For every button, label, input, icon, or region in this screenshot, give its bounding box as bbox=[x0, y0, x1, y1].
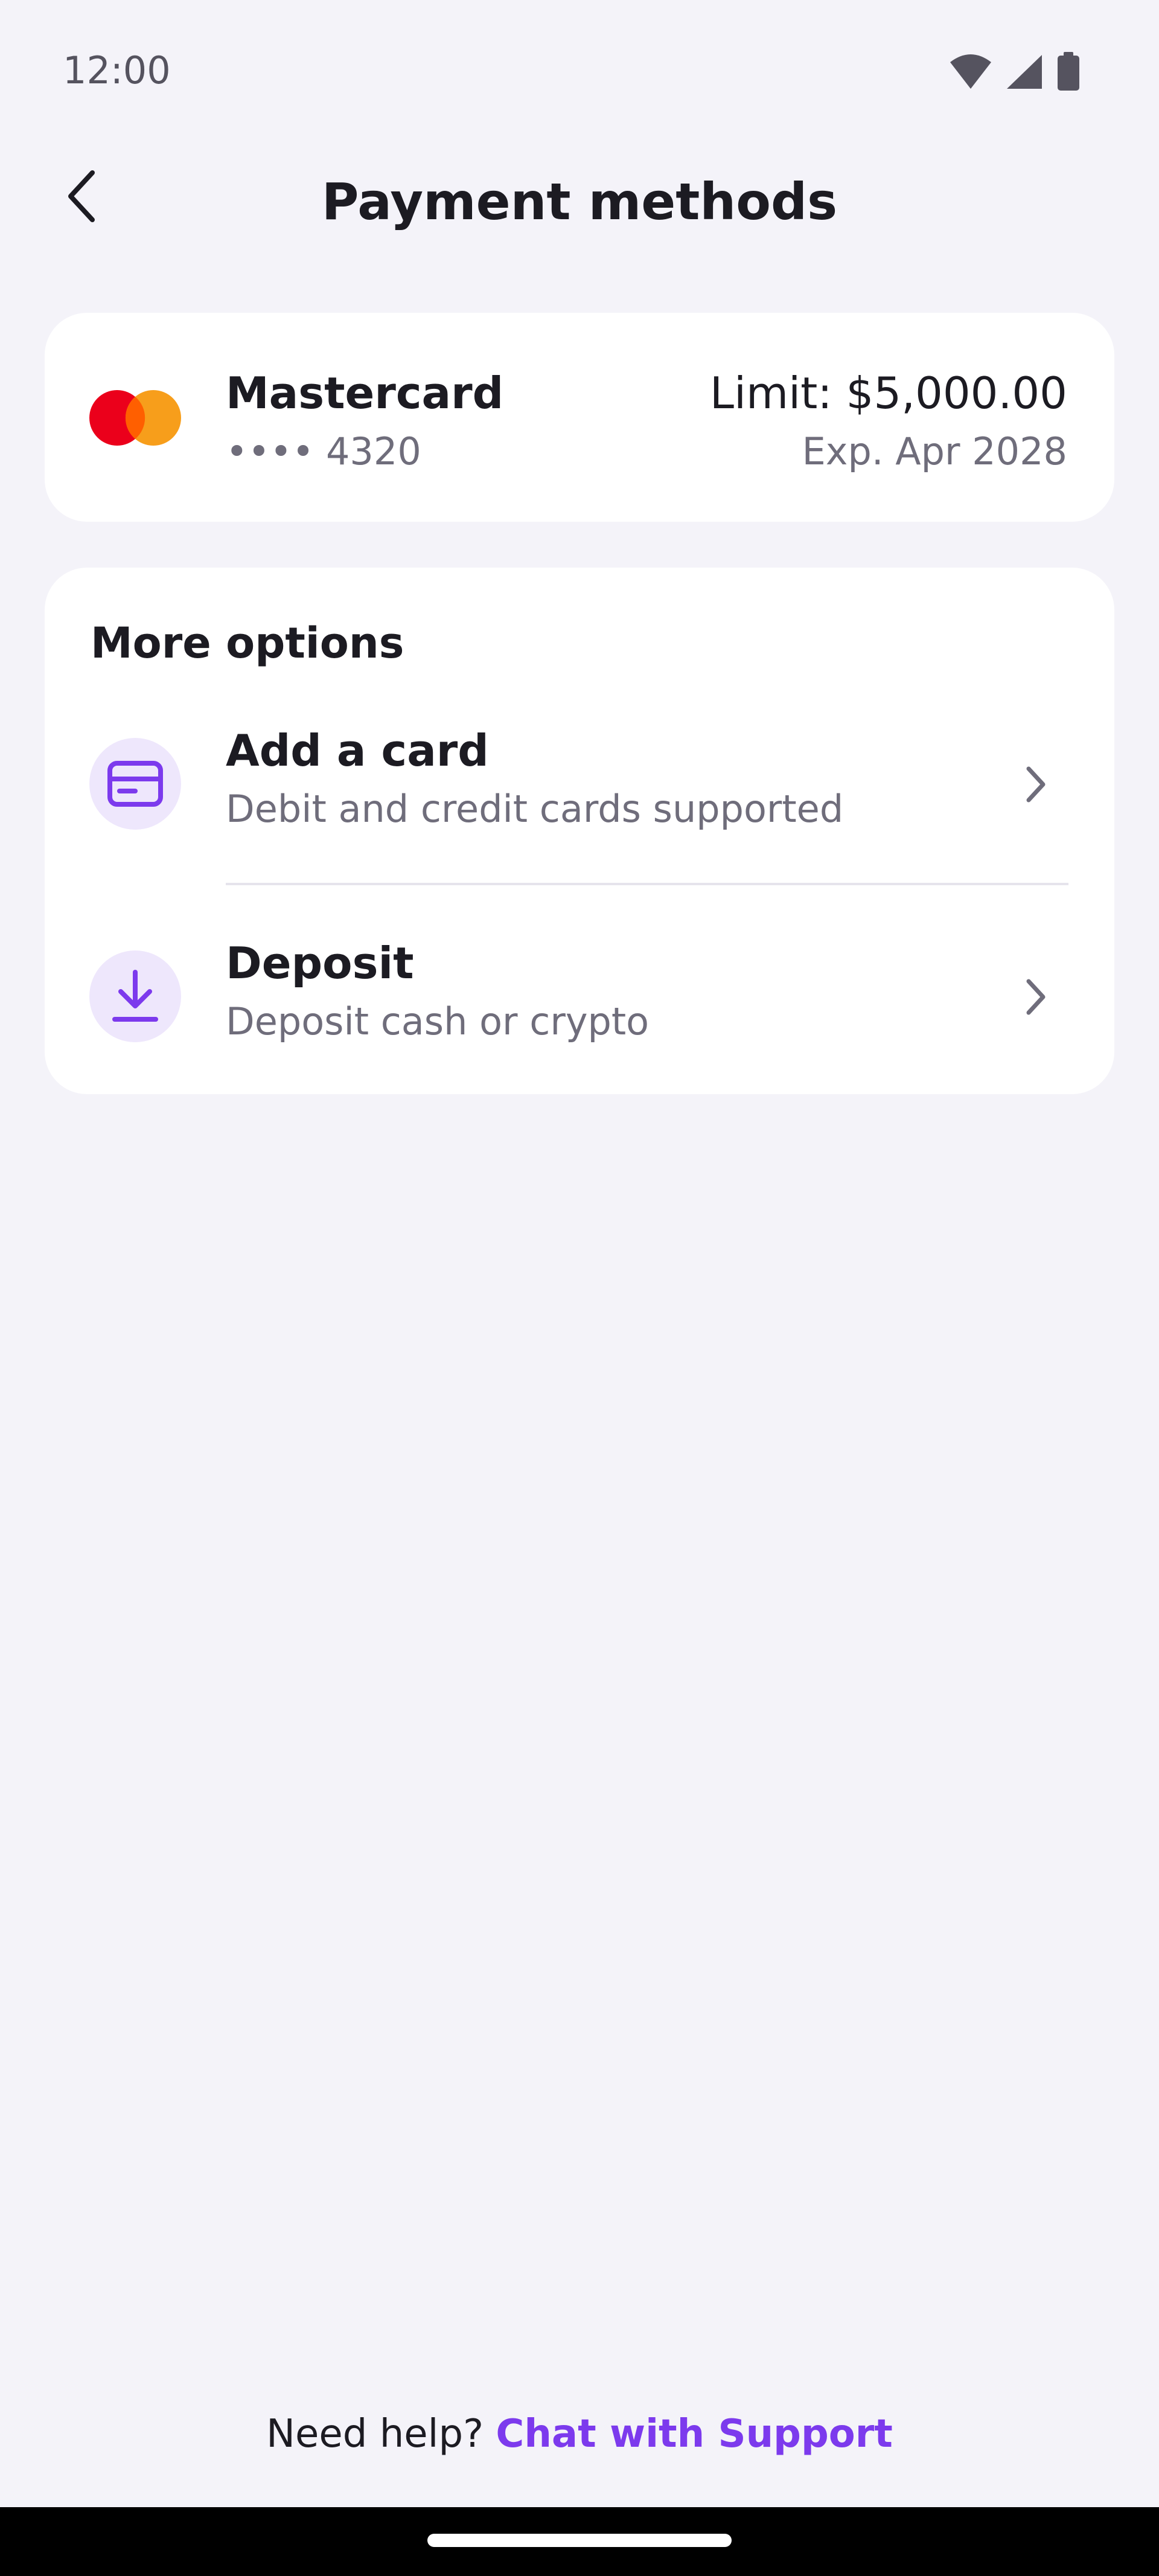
battery-icon bbox=[1056, 52, 1081, 92]
status-icons bbox=[949, 52, 1081, 92]
chevron-right-icon bbox=[1018, 763, 1054, 806]
deposit-option[interactable]: Deposit Deposit cash or crypto bbox=[45, 906, 1114, 1081]
status-bar: 12:00 bbox=[0, 0, 1159, 143]
page-title: Payment methods bbox=[321, 172, 838, 231]
saved-card-mastercard[interactable]: Mastercard •••• 4320 Limit: $5,000.00 Ex… bbox=[45, 313, 1114, 522]
mastercard-logo-icon bbox=[89, 390, 181, 446]
deposit-title: Deposit bbox=[226, 938, 414, 988]
signal-icon bbox=[1006, 54, 1043, 90]
card-number: •••• 4320 bbox=[226, 429, 421, 473]
help-line: Need help? Chat with Support bbox=[0, 2407, 1159, 2461]
navigation-bar bbox=[0, 2507, 1159, 2576]
help-prompt: Need help? bbox=[266, 2412, 484, 2456]
card-expiry: Exp. Apr 2028 bbox=[802, 429, 1067, 473]
deposit-subtitle: Deposit cash or crypto bbox=[226, 999, 650, 1043]
wifi-icon bbox=[949, 54, 992, 90]
more-options-heading: More options bbox=[91, 618, 404, 668]
more-options-card: More options Add a card Debit and credit… bbox=[45, 568, 1114, 1094]
add-card-subtitle: Debit and credit cards supported bbox=[226, 787, 844, 831]
chat-with-support-link[interactable]: Chat with Support bbox=[496, 2412, 893, 2456]
options-divider bbox=[226, 883, 1068, 885]
download-icon bbox=[89, 950, 181, 1042]
card-limit: Limit: $5,000.00 bbox=[709, 368, 1067, 418]
status-time: 12:00 bbox=[63, 48, 171, 92]
card-brand: Mastercard bbox=[226, 368, 504, 418]
home-indicator[interactable] bbox=[427, 2534, 732, 2547]
add-card-option[interactable]: Add a card Debit and credit cards suppor… bbox=[45, 693, 1114, 868]
add-card-title: Add a card bbox=[226, 725, 489, 776]
credit-card-icon bbox=[89, 738, 181, 830]
chevron-right-icon bbox=[1018, 976, 1054, 1018]
